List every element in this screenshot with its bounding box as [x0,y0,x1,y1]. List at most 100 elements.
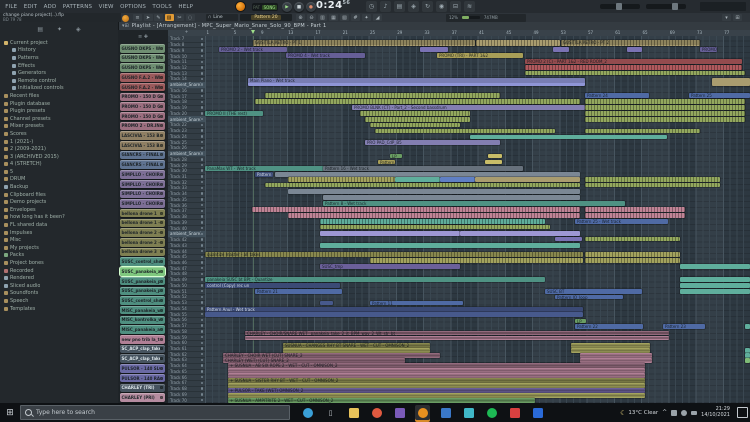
playlist-clip[interactable]: quantize master - all takes [205,252,583,257]
playlist-clip[interactable]: control (Copy) rec un [205,283,340,288]
pattern-susc-control-shot[interactable]: SUSC_control_shot [120,257,165,266]
playlist-clip[interactable] [320,243,580,248]
track-mute-dot[interactable] [201,296,204,299]
pattern-susc-control-shot-pri[interactable]: SUSC_control_shot_pri [120,296,165,305]
playlist-clip[interactable] [288,189,580,194]
playlist-clip[interactable] [585,111,745,116]
track-mute-dot[interactable] [201,301,204,304]
pattern-mute-dot[interactable] [160,250,163,253]
pattern-bellona-drone-1-a[interactable]: bellona drone 1 - A [120,219,165,228]
playlist-clip[interactable]: Pattern JO_loop [555,295,623,299]
multilink-icon[interactable]: ≋ [464,1,475,12]
track-mute-dot[interactable] [201,238,204,241]
browser-item-templates[interactable]: Templates [0,305,118,313]
track-mute-dot[interactable] [201,256,204,259]
track-mute-dot[interactable] [201,273,204,276]
pattern-mute-dot[interactable] [160,56,163,59]
track-mute-dot[interactable] [201,359,204,362]
playlist-clip[interactable]: Pattern 21 [255,289,342,294]
browser-item-initialized-controls[interactable]: Initialized controls [0,85,118,93]
playlist-clip[interactable]: SUSC BT [545,289,642,294]
playlist-clip[interactable] [476,40,560,46]
track-mute-dot[interactable] [201,106,204,109]
browser-item-drum[interactable]: DRUM [0,176,118,184]
playlist-clip[interactable] [323,195,580,200]
menu-tools[interactable]: TOOLS [149,4,175,10]
pointer-tool-icon[interactable]: ➤ [144,14,153,21]
metronome-icon[interactable]: ◷ [366,1,377,12]
browser-item-generators[interactable]: Generators [0,69,118,77]
browser-item-5[interactable]: 5 [0,168,118,176]
playlist-clip[interactable] [585,258,680,263]
pattern-mute-dot[interactable] [160,124,163,127]
start-button[interactable]: ⊞ [0,403,20,422]
star-icon[interactable]: ✦ [362,14,371,21]
track-mute-dot[interactable] [201,324,204,327]
track-mute-dot[interactable] [201,393,204,396]
browser-item-fl-shared-data[interactable]: FL shared data [0,221,118,229]
playlist-clip[interactable] [255,99,580,104]
media-app-icon[interactable] [507,405,522,420]
pattern-susc-panakeia-alan[interactable]: SUSC_panakeia_alan [120,267,165,276]
menu-file[interactable]: FILE [2,4,21,10]
playlist-clip[interactable]: Pattern 25 - Wet track [575,219,668,224]
playlist-clip[interactable] [288,213,580,218]
pattern-simpllo-choir-ad-4[interactable]: SIMPLLO - CHOIR ad_4 [120,199,165,208]
playlist-clip[interactable] [245,336,669,340]
purple-app-icon[interactable] [392,405,407,420]
menu-edit[interactable]: EDIT [21,4,41,10]
cortana-icon[interactable] [300,405,315,420]
track-mute-dot[interactable] [201,382,204,385]
flag-icon[interactable]: ◢ [373,14,382,21]
track-mute-dot[interactable] [201,290,204,293]
pattern-mute-dot[interactable] [160,270,163,273]
zoom-in-icon[interactable]: ⊕ [296,14,305,21]
pattern-gusno-dkps-wet-1[interactable]: GUSNO DKPS - WET_1 [120,44,165,53]
playlist-clip[interactable] [585,105,745,110]
playlist-clip[interactable]: PROMO 4 - Wet track [286,53,365,58]
pattern-mute-dot[interactable] [160,338,163,341]
weather-widget[interactable]: ☾ 13°C Clear [620,409,658,417]
playlist-clip[interactable] [420,47,448,52]
browser-item-impulses[interactable]: Impulses [0,229,118,237]
playlist-clip[interactable] [375,129,555,133]
playlist-clip[interactable]: PROMO 2 - Wet track [219,47,287,52]
pattern-susc-panakeia-pri-2[interactable]: SUSC_panakeia_pri_2 [120,287,165,296]
pattern-promo-2-dr-in-sum[interactable]: PROMO 2 - DR.IN.SUM [120,122,165,131]
stop-button[interactable]: ■ [294,2,304,12]
pattern-mute-dot[interactable] [160,66,163,69]
playlist-clip[interactable]: Pattern 11 [370,301,463,305]
playlist-clip[interactable] [370,258,583,263]
pattern-promo-150-d-glt-2[interactable]: PROMO - 150 D GLT_2 [120,102,165,111]
time-display[interactable]: 0:2456 [316,0,360,13]
pattern-mute-dot[interactable] [160,115,163,118]
pattern-mute-dot[interactable] [160,377,163,380]
playlist-clip[interactable] [395,177,440,182]
playlist-clip[interactable]: Pattern 16 - Wet track [323,166,523,171]
pattern-view-icon[interactable]: ▥ [318,14,327,21]
playlist-clip[interactable] [680,289,750,294]
track-mute-dot[interactable] [201,147,204,150]
browser-item-patterns[interactable]: Patterns [0,54,118,62]
pattern-pulsor-140-slow[interactable]: PULSOR - 140 SLOW [120,364,165,373]
track-mute-dot[interactable] [201,307,204,310]
track-mute-dot[interactable] [201,181,204,184]
playlist-clip[interactable] [485,160,502,164]
pattern-bellona-drone-1[interactable]: bellona drone 1 [120,209,165,218]
track-mute-dot[interactable] [201,267,204,270]
pattern-giancrs-final-set-1[interactable]: GIANCRS - FINAL SET_1 [120,151,165,160]
playlist-clip[interactable] [525,71,745,75]
pattern-mute-dot[interactable] [160,153,163,156]
track-mute-dot[interactable] [201,38,204,41]
paint-tool-icon[interactable]: ▨ [165,14,174,21]
pattern-mute-dot[interactable] [160,144,163,147]
pattern-simpllo-choir-ad-2[interactable]: SIMPLLO - CHOIR ad_2 [120,180,165,189]
clock[interactable]: 21:29 14/10/2021 [701,407,730,418]
pattern-mute-dot[interactable] [160,212,163,215]
playlist-clip[interactable]: Main Piano - Wet track [248,78,585,86]
playlist-clip[interactable]: Pattern 25 [689,93,750,98]
track-mute-dot[interactable] [201,313,204,316]
browser-item-plugin-presets[interactable]: Plugin presets [0,107,118,115]
pencil-tool-icon[interactable]: ✎ [154,14,163,21]
menu-patterns[interactable]: PATTERNS [60,4,96,10]
